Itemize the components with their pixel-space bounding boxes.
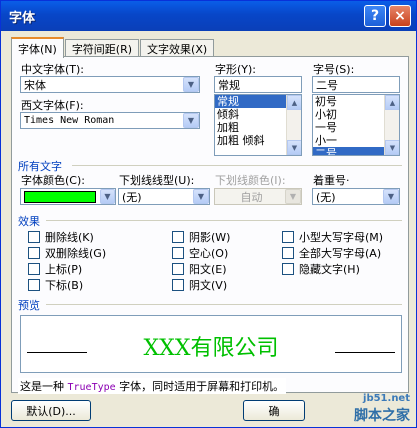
scroll-down-icon[interactable]: ▼: [287, 140, 301, 155]
emboss-checkbox[interactable]: 阳文(E): [172, 261, 227, 277]
checkbox-box[interactable]: [28, 247, 40, 259]
tab-text-effects[interactable]: 文字效果(X): [140, 39, 215, 57]
checkbox-box[interactable]: [282, 231, 294, 243]
title-bar[interactable]: 字体 ? ×: [1, 1, 416, 31]
effects-section-title: 效果: [18, 215, 40, 228]
chevron-down-icon[interactable]: ▼: [383, 189, 399, 204]
shadow-checkbox[interactable]: 阴影(W): [172, 229, 230, 245]
chevron-down-icon[interactable]: ▼: [99, 189, 115, 204]
scrollbar[interactable]: ▲ ▼: [384, 95, 399, 155]
font-color-combo[interactable]: ▼: [20, 188, 116, 205]
underline-color-value: 自动: [240, 190, 263, 204]
divider: [46, 304, 402, 305]
double-strikethrough-checkbox[interactable]: 双删除线(G): [28, 245, 106, 261]
checkbox-box[interactable]: [28, 263, 40, 275]
tab-font[interactable]: 字体(N): [11, 37, 64, 58]
chinese-font-label: 中文字体(T):: [21, 63, 85, 76]
font-color-label: 字体颜色(C):: [21, 174, 85, 187]
watermark-brand: 脚本之家: [354, 408, 410, 424]
watermark-site: jb51.net: [363, 393, 410, 404]
checkbox-box[interactable]: [28, 279, 40, 291]
western-font-value: Times New Roman: [24, 115, 115, 126]
font-tab-panel: 中文字体(T): 宋体 ▼ 西文字体(F): Times New Roman ▼…: [11, 56, 409, 394]
divider: [72, 165, 402, 166]
checkbox-label: 阳文(E): [189, 263, 227, 276]
ok-button[interactable]: 确: [243, 400, 305, 421]
font-size-input[interactable]: 二号: [312, 76, 400, 93]
western-font-label: 西文字体(F):: [21, 99, 84, 112]
all-caps-checkbox[interactable]: 全部大写字母(A): [282, 245, 381, 261]
preview-sample-text: XXX有限公司: [143, 336, 279, 361]
note-suffix: 字体，同时适用于屏幕和打印机。: [115, 380, 285, 393]
underline-style-combo[interactable]: (无) ▼: [118, 188, 210, 205]
emphasis-mark-combo[interactable]: (无) ▼: [312, 188, 400, 205]
checkbox-label: 上标(P): [45, 263, 83, 276]
underline-color-label: 下划线颜色(I):: [215, 174, 286, 187]
checkbox-box[interactable]: [28, 231, 40, 243]
note-font-name: TrueType: [67, 382, 116, 393]
font-style-label: 字形(Y):: [215, 63, 257, 76]
chevron-down-icon[interactable]: ▼: [183, 113, 199, 128]
preview-box: XXX有限公司: [20, 315, 402, 373]
help-button[interactable]: ?: [364, 5, 386, 27]
color-swatch: [24, 190, 96, 203]
close-button[interactable]: ×: [389, 5, 411, 27]
chinese-font-combo[interactable]: 宋体 ▼: [20, 76, 200, 93]
scrollbar[interactable]: ▲ ▼: [286, 95, 301, 155]
checkbox-label: 下标(B): [45, 279, 84, 292]
checkbox-label: 全部大写字母(A): [299, 247, 382, 260]
font-dialog: 字体 ? × 字体(N) 字符间距(R) 文字效果(X) 中文字体(T): 宋体…: [0, 0, 417, 428]
checkbox-label: 阴影(W): [189, 231, 231, 244]
checkbox-box[interactable]: [172, 231, 184, 243]
checkbox-label: 阴文(V): [189, 279, 228, 292]
tab-character-spacing[interactable]: 字符间距(R): [64, 39, 140, 57]
divider: [46, 220, 402, 221]
chevron-down-icon[interactable]: ▼: [193, 189, 209, 204]
underline-style-value: (无): [122, 190, 142, 204]
underline-color-combo: 自动 ▼: [214, 188, 302, 205]
default-button[interactable]: 默认(D)...: [11, 400, 91, 421]
font-style-input[interactable]: 常规: [214, 76, 302, 93]
checkbox-box[interactable]: [282, 247, 294, 259]
scroll-down-icon[interactable]: ▼: [385, 140, 399, 155]
window-title: 字体: [9, 10, 36, 26]
font-size-list[interactable]: 初号 小初 一号 小一 二号 ▲ ▼: [312, 94, 400, 156]
checkbox-label: 双删除线(G): [45, 247, 107, 260]
checkbox-box[interactable]: [172, 263, 184, 275]
note-prefix: 这是一种: [20, 380, 68, 393]
scroll-up-icon[interactable]: ▲: [287, 95, 301, 110]
chinese-font-value: 宋体: [24, 78, 46, 92]
preview-note: 这是一种 TrueType 字体，同时适用于屏幕和打印机。: [18, 378, 287, 394]
small-caps-checkbox[interactable]: 小型大写字母(M): [282, 229, 383, 245]
font-style-list[interactable]: 常规 倾斜 加粗 加粗 倾斜 ▲ ▼: [214, 94, 302, 156]
engrave-checkbox[interactable]: 阴文(V): [172, 277, 227, 293]
checkbox-box[interactable]: [282, 263, 294, 275]
checkbox-box[interactable]: [172, 247, 184, 259]
checkbox-box[interactable]: [172, 279, 184, 291]
strikethrough-checkbox[interactable]: 删除线(K): [28, 229, 94, 245]
hidden-text-checkbox[interactable]: 隐藏文字(H): [282, 261, 360, 277]
emphasis-mark-label: 着重号·: [313, 174, 350, 187]
tab-strip: 字体(N) 字符间距(R) 文字效果(X): [11, 37, 215, 58]
emphasis-mark-value: (无): [316, 190, 336, 204]
preview-section-title: 预览: [18, 299, 40, 312]
subscript-checkbox[interactable]: 下标(B): [28, 277, 83, 293]
scroll-up-icon[interactable]: ▲: [385, 95, 399, 110]
checkbox-label: 空心(O): [189, 247, 229, 260]
font-size-label: 字号(S):: [313, 63, 355, 76]
underline-style-label: 下划线线型(U):: [119, 174, 195, 187]
chevron-down-icon: ▼: [285, 189, 301, 204]
chevron-down-icon[interactable]: ▼: [183, 77, 199, 92]
superscript-checkbox[interactable]: 上标(P): [28, 261, 82, 277]
checkbox-label: 小型大写字母(M): [299, 231, 384, 244]
checkbox-label: 删除线(K): [45, 231, 94, 244]
western-font-combo[interactable]: Times New Roman ▼: [20, 112, 200, 129]
checkbox-label: 隐藏文字(H): [299, 263, 360, 276]
outline-checkbox[interactable]: 空心(O): [172, 245, 228, 261]
